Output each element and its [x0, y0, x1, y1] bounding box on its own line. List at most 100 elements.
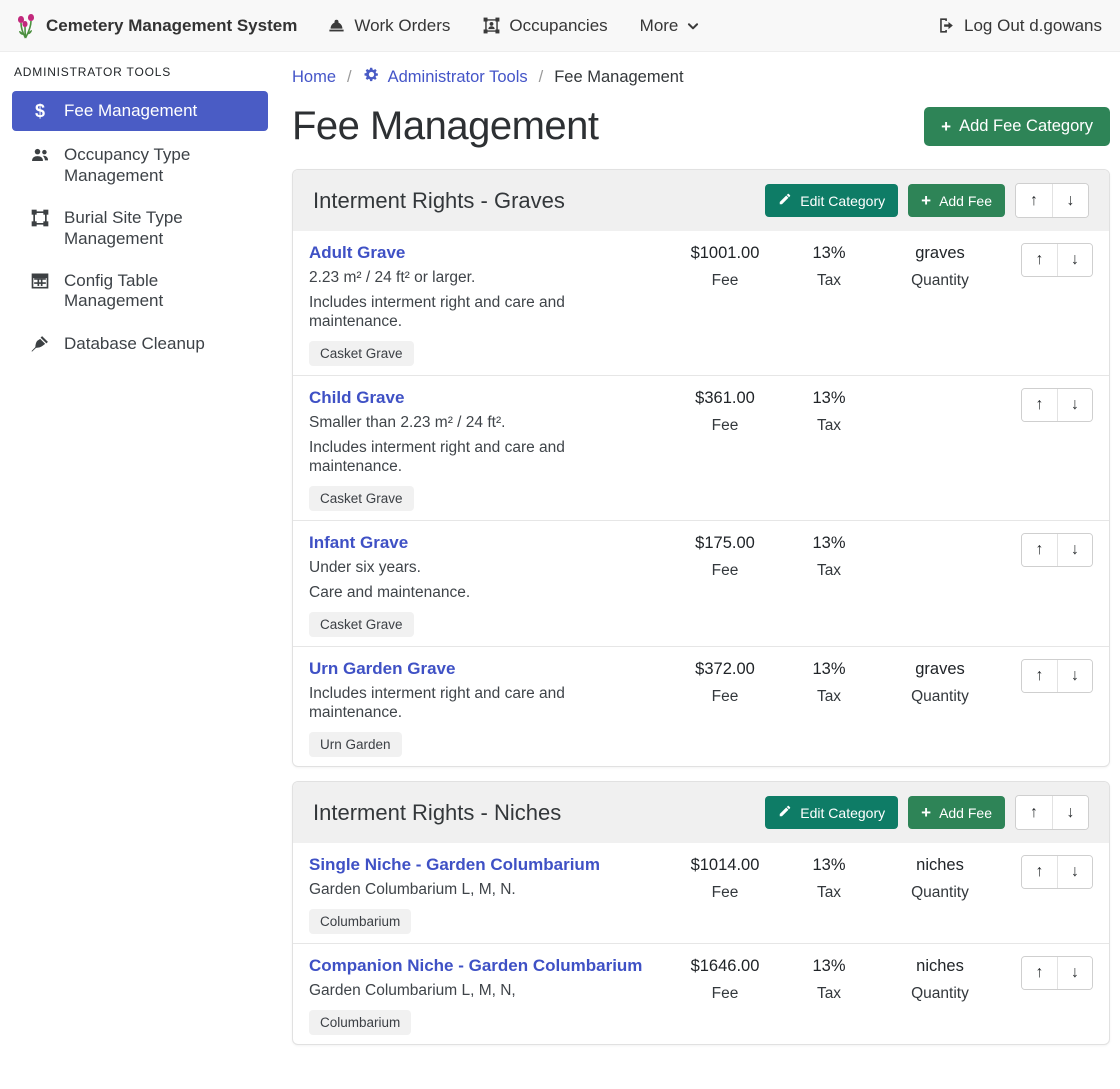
move-fee-up-button[interactable]: ↑	[1022, 244, 1057, 276]
tax-rate: 13%	[781, 533, 877, 554]
breadcrumb-home-link[interactable]: Home	[292, 68, 336, 87]
fee-reorder-group: ↑ ↓	[1021, 659, 1093, 693]
sidebar: ADMINISTRATOR TOOLS $ Fee Management Occ…	[0, 52, 280, 388]
tax-rate: 13%	[781, 243, 877, 264]
move-fee-down-button[interactable]: ↓	[1057, 534, 1092, 566]
hard-hat-icon	[327, 16, 346, 35]
quantity-unit: graves	[877, 243, 1003, 264]
sidebar-item-database-cleanup[interactable]: Database Cleanup	[12, 326, 268, 362]
fee-amount: $1014.00	[669, 855, 781, 876]
add-fee-button[interactable]: + Add Fee	[908, 184, 1005, 217]
pencil-icon	[778, 804, 792, 821]
chevron-down-icon	[686, 19, 700, 33]
fee-name-link[interactable]: Single Niche - Garden Columbarium	[309, 854, 600, 875]
fee-type-badge: Urn Garden	[309, 732, 402, 757]
app-title: Cemetery Management System	[46, 16, 297, 36]
fee-amount: $1646.00	[669, 956, 781, 977]
sidebar-item-burial-site-type-management[interactable]: Burial Site Type Management	[12, 200, 268, 257]
fee-amount: $1001.00	[669, 243, 781, 264]
nav-work-orders[interactable]: Work Orders	[327, 16, 450, 36]
category-reorder-group: ↑ ↓	[1015, 183, 1089, 218]
occupancy-frame-icon	[482, 16, 501, 35]
nav-occupancies[interactable]: Occupancies	[482, 16, 607, 36]
fee-description: Garden Columbarium L, M, N.	[309, 881, 661, 900]
tax-label: Tax	[781, 272, 877, 290]
fee-reorder-group: ↑ ↓	[1021, 533, 1093, 567]
sidebar-heading: ADMINISTRATOR TOOLS	[14, 65, 268, 79]
add-fee-button[interactable]: + Add Fee	[908, 796, 1005, 829]
quantity-unit: niches	[877, 855, 1003, 876]
tax-label: Tax	[781, 562, 877, 580]
fee-label: Fee	[669, 417, 781, 435]
breadcrumb: Home / Administrator Tools / Fee Managem…	[292, 66, 1110, 88]
edit-category-button[interactable]: Edit Category	[765, 184, 898, 217]
plot-frame-icon	[28, 208, 52, 228]
sidebar-item-fee-management[interactable]: $ Fee Management	[12, 91, 268, 131]
move-fee-down-button[interactable]: ↓	[1057, 244, 1092, 276]
move-fee-up-button[interactable]: ↑	[1022, 389, 1057, 421]
fee-type-badge: Casket Grave	[309, 612, 414, 637]
nav-more[interactable]: More	[640, 16, 701, 36]
fee-label: Fee	[669, 884, 781, 902]
fee-category-card-niches: Interment Rights - Niches Edit Category …	[292, 781, 1110, 1045]
fee-label: Fee	[669, 985, 781, 1003]
move-fee-up-button[interactable]: ↑	[1022, 856, 1057, 888]
move-fee-down-button[interactable]: ↓	[1057, 389, 1092, 421]
fee-label: Fee	[669, 272, 781, 290]
move-category-up-button[interactable]: ↑	[1016, 184, 1052, 217]
move-category-down-button[interactable]: ↓	[1052, 184, 1088, 217]
move-category-up-button[interactable]: ↑	[1016, 796, 1052, 829]
sidebar-item-label: Occupancy Type Management	[64, 145, 258, 186]
add-fee-category-button[interactable]: + Add Fee Category	[924, 107, 1110, 146]
move-fee-down-button[interactable]: ↓	[1057, 660, 1092, 692]
breadcrumb-current: Fee Management	[554, 68, 683, 87]
move-fee-up-button[interactable]: ↑	[1022, 534, 1057, 566]
quantity-label: Quantity	[877, 688, 1003, 706]
tax-rate: 13%	[781, 956, 877, 977]
gear-icon	[363, 66, 380, 88]
move-fee-down-button[interactable]: ↓	[1057, 957, 1092, 989]
move-fee-up-button[interactable]: ↑	[1022, 957, 1057, 989]
fee-description: Under six years.	[309, 559, 661, 578]
breadcrumb-separator: /	[539, 68, 544, 87]
edit-category-button[interactable]: Edit Category	[765, 796, 898, 829]
fee-label: Fee	[669, 688, 781, 706]
fee-description: Garden Columbarium L, M, N,	[309, 982, 661, 1001]
fee-name-link[interactable]: Adult Grave	[309, 242, 405, 263]
fee-label: Fee	[669, 562, 781, 580]
breadcrumb-admin-tools-link[interactable]: Administrator Tools	[363, 66, 528, 88]
fee-type-badge: Casket Grave	[309, 341, 414, 366]
fee-type-badge: Columbarium	[309, 1010, 411, 1035]
fee-description: Includes interment right and care and ma…	[309, 439, 661, 477]
quantity-unit: graves	[877, 659, 1003, 680]
fee-reorder-group: ↑ ↓	[1021, 388, 1093, 422]
move-fee-up-button[interactable]: ↑	[1022, 660, 1057, 692]
broom-icon	[28, 334, 52, 354]
logout-label: Log Out d.gowans	[964, 16, 1102, 36]
top-navbar: Cemetery Management System Work Orders	[0, 0, 1120, 52]
tax-rate: 13%	[781, 659, 877, 680]
fee-name-link[interactable]: Infant Grave	[309, 532, 408, 553]
tax-label: Tax	[781, 688, 877, 706]
fee-name-link[interactable]: Urn Garden Grave	[309, 658, 455, 679]
tulip-logo-icon	[12, 12, 40, 40]
sidebar-item-config-table-management[interactable]: Config Table Management	[12, 263, 268, 320]
fee-name-link[interactable]: Companion Niche - Garden Columbarium	[309, 955, 642, 976]
quantity-unit: niches	[877, 956, 1003, 977]
main-content: Home / Administrator Tools / Fee Managem…	[280, 52, 1120, 1089]
quantity-label: Quantity	[877, 985, 1003, 1003]
quantity-label: Quantity	[877, 884, 1003, 902]
move-category-down-button[interactable]: ↓	[1052, 796, 1088, 829]
fee-description: Care and maintenance.	[309, 584, 661, 603]
fee-reorder-group: ↑ ↓	[1021, 956, 1093, 990]
fee-row: Companion Niche - Garden Columbarium Gar…	[293, 943, 1109, 1044]
fee-name-link[interactable]: Child Grave	[309, 387, 404, 408]
fee-type-badge: Columbarium	[309, 909, 411, 934]
fee-row: Infant Grave Under six years. Care and m…	[293, 520, 1109, 646]
fee-amount: $175.00	[669, 533, 781, 554]
logout-link[interactable]: Log Out d.gowans	[937, 16, 1102, 36]
category-title: Interment Rights - Niches	[313, 800, 561, 826]
sidebar-item-occupancy-type-management[interactable]: Occupancy Type Management	[12, 137, 268, 194]
fee-reorder-group: ↑ ↓	[1021, 855, 1093, 889]
move-fee-down-button[interactable]: ↓	[1057, 856, 1092, 888]
